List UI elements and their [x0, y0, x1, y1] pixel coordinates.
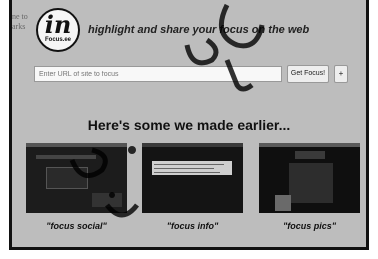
watermark-graphic	[69, 3, 265, 218]
page-frame: ne to arks in Focus.ee highlight and sha…	[9, 0, 369, 250]
